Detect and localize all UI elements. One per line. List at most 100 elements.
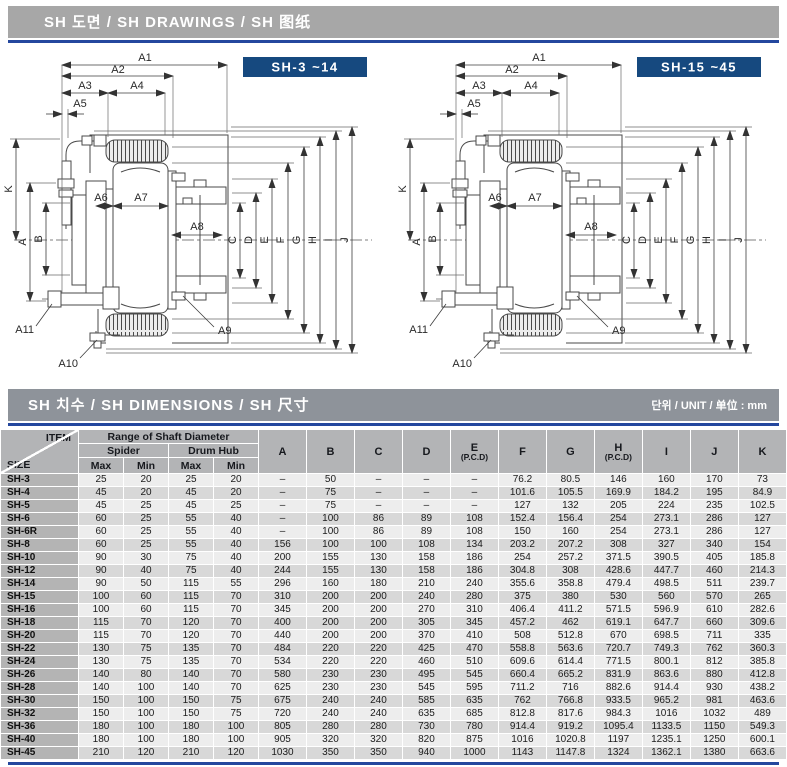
dimension-value-cell: 545 — [402, 682, 450, 695]
dimension-value-cell: 25 — [124, 526, 169, 539]
dimension-value-cell: 100 — [124, 695, 169, 708]
row-size-label: SH-6R — [1, 526, 79, 539]
dimension-value-cell: 160 — [546, 526, 594, 539]
dimension-value-cell: 905 — [259, 734, 307, 747]
dimensions-table-body: SH-325202520–50–––76.280.514616017073SH-… — [1, 474, 787, 760]
dimension-value-cell: 1016 — [498, 734, 546, 747]
dimension-value-cell: 762 — [690, 643, 738, 656]
dimension-value-cell: 150 — [79, 708, 124, 721]
column-header-f: F — [498, 430, 546, 474]
dimension-value-cell: 115 — [169, 578, 214, 591]
dimension-value-cell: 370 — [402, 630, 450, 643]
dimension-value-cell: 549.3 — [738, 721, 786, 734]
dimension-value-cell: 358.8 — [546, 578, 594, 591]
dimension-value-cell: 115 — [169, 604, 214, 617]
column-header-g: G — [546, 430, 594, 474]
dimension-value-cell: 663.6 — [738, 747, 786, 760]
dimension-value-cell: 73 — [738, 474, 786, 487]
table-row: SH-261408014070580230230495545660.4665.2… — [1, 669, 787, 682]
dimension-value-cell: 282.6 — [738, 604, 786, 617]
dimension-value-cell: – — [450, 500, 498, 513]
drum-hub-subheader: Drum Hub — [169, 444, 259, 458]
row-size-label: SH-40 — [1, 734, 79, 747]
dim-label-a: A — [411, 238, 423, 246]
dimension-value-cell: 100 — [214, 734, 259, 747]
dimension-value-cell: 286 — [690, 526, 738, 539]
dimension-value-cell: 45 — [79, 487, 124, 500]
dimension-value-cell: 90 — [79, 565, 124, 578]
dimension-value-cell: 244 — [259, 565, 307, 578]
dimension-value-cell: 146 — [594, 474, 642, 487]
dimension-value-cell: 108 — [402, 539, 450, 552]
model-range-badge: SH-15 ~45 — [637, 57, 761, 77]
dim-label-a5: A5 — [73, 98, 86, 110]
dimension-value-cell: 1133.5 — [642, 721, 690, 734]
dimension-value-cell: – — [354, 487, 402, 500]
dimension-value-cell: 254 — [498, 552, 546, 565]
dimension-value-cell: 180 — [354, 578, 402, 591]
dimension-value-cell: 716 — [546, 682, 594, 695]
dimension-value-cell: 625 — [259, 682, 307, 695]
dimension-value-cell: 90 — [79, 552, 124, 565]
dim-label-a: A — [17, 238, 29, 246]
dimension-value-cell: 296 — [259, 578, 307, 591]
dimension-value-cell: – — [354, 474, 402, 487]
column-header-b: B — [307, 430, 355, 474]
dimension-value-cell: 140 — [79, 669, 124, 682]
dimension-value-cell: 185.8 — [738, 552, 786, 565]
dimension-value-cell: 130 — [354, 565, 402, 578]
dimension-value-cell: 1324 — [594, 747, 642, 760]
dimension-value-cell: 254 — [594, 526, 642, 539]
table-row: SH-1510060115703102002002402803753805305… — [1, 591, 787, 604]
dimension-value-cell: 100 — [307, 539, 355, 552]
dimension-value-cell: 115 — [79, 630, 124, 643]
dimension-value-cell: 406.4 — [498, 604, 546, 617]
dimension-value-cell: 60 — [79, 539, 124, 552]
dimension-value-cell: 127 — [738, 513, 786, 526]
dimension-value-cell: 120 — [124, 747, 169, 760]
dimension-value-cell: 933.5 — [594, 695, 642, 708]
dimension-value-cell: 345 — [450, 617, 498, 630]
shaft-diameter-group-header: Range of Shaft Diameter — [79, 430, 259, 444]
dimension-value-cell: 240 — [402, 591, 450, 604]
table-row: SH-1290407540244155130158186304.8308428.… — [1, 565, 787, 578]
dimension-value-cell: 75 — [307, 500, 355, 513]
dimension-value-cell: 100 — [124, 734, 169, 747]
dimension-value-cell: 273.1 — [642, 513, 690, 526]
dimension-value-cell: 130 — [79, 643, 124, 656]
dimension-value-cell: 498.5 — [642, 578, 690, 591]
dimension-value-cell: 270 — [402, 604, 450, 617]
dimension-value-cell: 1197 — [594, 734, 642, 747]
dimension-value-cell: 400 — [259, 617, 307, 630]
dimension-value-cell: 75 — [214, 708, 259, 721]
dimension-value-cell: 489 — [738, 708, 786, 721]
dimension-value-cell: 200 — [354, 604, 402, 617]
dimension-value-cell: 127 — [738, 526, 786, 539]
dimension-value-cell: 101.6 — [498, 487, 546, 500]
dimension-value-cell: 371.5 — [594, 552, 642, 565]
row-size-label: SH-22 — [1, 643, 79, 656]
dim-label-f: F — [275, 236, 287, 243]
dimension-value-cell: 132 — [546, 500, 594, 513]
dim-label-a5: A5 — [467, 98, 480, 110]
dimension-value-cell: 210 — [79, 747, 124, 760]
dim-label-a4: A4 — [130, 80, 143, 92]
dimension-value-cell: 70 — [214, 656, 259, 669]
dimension-value-cell: 463.6 — [738, 695, 786, 708]
dimension-value-cell: 45 — [169, 500, 214, 513]
dimension-value-cell: 130 — [354, 552, 402, 565]
dimension-value-cell: 20 — [124, 474, 169, 487]
technical-drawing: SH-15 ~45 — [394, 43, 787, 385]
dimension-value-cell: 610 — [690, 604, 738, 617]
dimension-value-cell: 184.2 — [642, 487, 690, 500]
dimension-value-cell: 711 — [690, 630, 738, 643]
dimension-value-cell: 438.2 — [738, 682, 786, 695]
dim-label-a6: A6 — [488, 192, 501, 204]
row-size-label: SH-45 — [1, 747, 79, 760]
dimension-value-cell: 817.6 — [546, 708, 594, 721]
extension-lines — [10, 65, 358, 353]
extension-lines — [404, 65, 752, 353]
table-row: SH-201157012070440200200370410508512.867… — [1, 630, 787, 643]
dimension-value-cell: 90 — [79, 578, 124, 591]
dim-label-a4: A4 — [524, 80, 537, 92]
